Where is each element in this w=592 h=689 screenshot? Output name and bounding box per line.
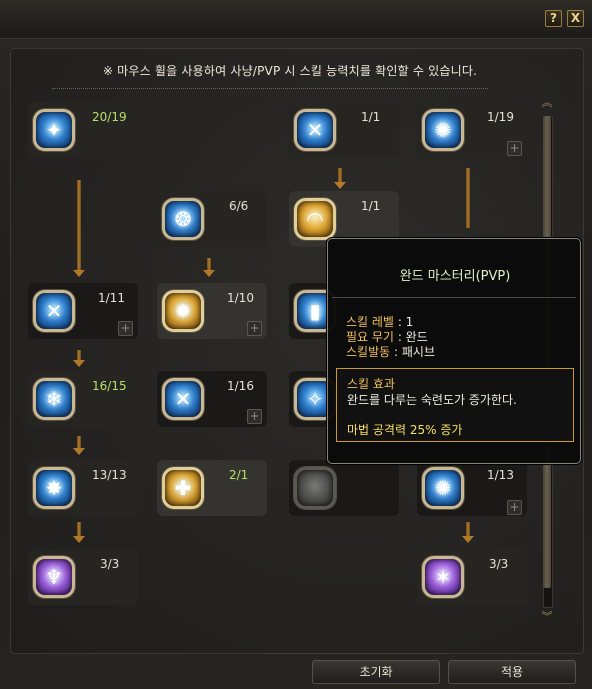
tooltip-divider [332, 297, 576, 298]
skill-level: 1/11 [98, 291, 125, 305]
sunburst-icon[interactable]: ✹ [162, 290, 204, 332]
skill-slot[interactable]: ▮ [289, 283, 336, 339]
skill-level-up-button[interactable]: + [247, 409, 262, 424]
scroll-down-icon[interactable]: ︾ [540, 610, 554, 624]
skill-slot[interactable]: ❄ 16/15 [28, 371, 138, 427]
golden-dome-icon[interactable]: ◠ [294, 198, 336, 240]
ice-shatter-icon[interactable]: ✸ [33, 467, 75, 509]
skill-slot[interactable]: ✚ 2/1 [157, 460, 267, 516]
skill-slot[interactable]: ✦ 20/19 [28, 102, 138, 158]
help-button[interactable]: ? [545, 10, 562, 27]
radiant-star-icon[interactable]: ✺ [422, 109, 464, 151]
effect-title: 스킬 효과 [347, 377, 395, 391]
skill-level: 6/6 [229, 199, 249, 213]
prereq-arrow [466, 168, 470, 228]
skill-tooltip: 완드 마스터리(PVP) 스킬 레벨 : 1 필요 무기 : 완드 스킬발동 :… [327, 238, 581, 464]
prereq-arrow-head [73, 270, 85, 277]
tooltip-activation: 스킬발동 : 패시브 [346, 343, 435, 360]
skill-slot[interactable]: ♆ 3/3 [28, 549, 138, 605]
apply-button[interactable]: 적용 [448, 660, 576, 684]
swirl-wind-icon[interactable]: ❂ [162, 198, 204, 240]
skill-level-up-button[interactable]: + [507, 500, 522, 515]
prereq-arrow [77, 436, 81, 448]
skill-level-value: : 1 [397, 315, 414, 329]
notice-divider [52, 88, 488, 89]
skill-level: 20/19 [92, 110, 127, 124]
skill-level: 1/19 [487, 110, 514, 124]
activation-label: 스킬발동 [346, 345, 391, 359]
lightning-burst-icon[interactable]: ✦ [33, 109, 75, 151]
crossed-blades-icon[interactable]: ✕ [162, 378, 204, 420]
skill-level: 1/10 [227, 291, 254, 305]
activation-value: : 패시브 [394, 345, 435, 359]
skill-slot[interactable]: ✧ [289, 371, 336, 427]
skill-slot[interactable]: ✕ 1/11 + [28, 283, 138, 339]
purple-nova-icon[interactable]: ✶ [422, 556, 464, 598]
prereq-arrow-head [73, 360, 85, 367]
skill-level-up-button[interactable]: + [247, 321, 262, 336]
usage-notice: ※ 마우스 휠을 사용하여 사냥/PVP 시 스킬 능력치를 확인할 수 있습니… [102, 64, 478, 78]
spirit-figure-icon[interactable]: ♆ [33, 556, 75, 598]
skill-slot[interactable]: ✺ 1/13 + [417, 460, 527, 516]
skill-slot[interactable]: ✺ 1/19 + [417, 102, 527, 158]
prereq-arrow-head [334, 182, 346, 189]
close-button[interactable]: X [567, 10, 584, 27]
prereq-arrow [77, 350, 81, 360]
skill-slot[interactable]: ✸ 13/13 [28, 460, 138, 516]
prereq-arrow [207, 258, 211, 270]
prereq-arrow-head [73, 536, 85, 543]
prereq-arrow-head [462, 536, 474, 543]
skill-slot[interactable]: ✶ 3/3 [417, 549, 527, 605]
skill-slot[interactable]: ✹ 1/10 + [157, 283, 267, 339]
prereq-arrow-head [203, 270, 215, 277]
prereq-arrow [466, 522, 470, 536]
locked-skill-icon[interactable] [294, 467, 336, 509]
skill-level: 16/15 [92, 379, 127, 393]
skill-slot[interactable]: ❂ 6/6 [157, 191, 267, 247]
effect-description: 완드를 다루는 숙련도가 증가한다. [347, 393, 517, 407]
prereq-arrow [338, 168, 342, 182]
prereq-arrow [77, 522, 81, 536]
skill-level-up-button[interactable]: + [507, 141, 522, 156]
golden-cross-icon[interactable]: ✚ [162, 467, 204, 509]
skill-effect-box: 스킬 효과 완드를 다루는 숙련도가 증가한다. 마법 공격력 25% 증가 [336, 368, 574, 442]
skill-level: 13/13 [92, 468, 127, 482]
weapon-value: : 완드 [397, 330, 428, 344]
skill-level-up-button[interactable]: + [118, 321, 133, 336]
skill-level-label: 스킬 레벨 [346, 315, 394, 329]
skill-level: 2/1 [229, 468, 249, 482]
reset-button[interactable]: 초기화 [312, 660, 440, 684]
skill-slot[interactable]: ✕ 1/1 [289, 102, 399, 158]
prereq-arrow-head [73, 448, 85, 455]
arcane-seal-icon[interactable]: ✕ [33, 290, 75, 332]
prereq-arrow [77, 180, 81, 270]
weapon-label: 필요 무기 [346, 330, 394, 344]
skill-window: ? X ※ 마우스 휠을 사용하여 사냥/PVP 시 스킬 능력치를 확인할 수… [0, 0, 592, 689]
frost-circle-icon[interactable]: ❄ [33, 378, 75, 420]
title-bar [0, 0, 592, 39]
shield-cross-icon[interactable]: ✕ [294, 109, 336, 151]
tooltip-title: 완드 마스터리(PVP) [399, 269, 511, 284]
skill-level: 3/3 [100, 557, 120, 571]
skill-level: 1/16 [227, 379, 254, 393]
skill-level: 1/1 [361, 110, 381, 124]
scroll-up-icon[interactable]: ︽ [540, 96, 554, 110]
nova-blast-icon[interactable]: ✺ [422, 467, 464, 509]
skill-level: 1/13 [487, 468, 514, 482]
skill-level: 3/3 [489, 557, 509, 571]
skill-slot[interactable]: ✕ 1/16 + [157, 371, 267, 427]
skill-slot[interactable] [289, 460, 399, 516]
skill-level: 1/1 [361, 199, 381, 213]
effect-stat: 마법 공격력 25% 증가 [347, 423, 463, 437]
